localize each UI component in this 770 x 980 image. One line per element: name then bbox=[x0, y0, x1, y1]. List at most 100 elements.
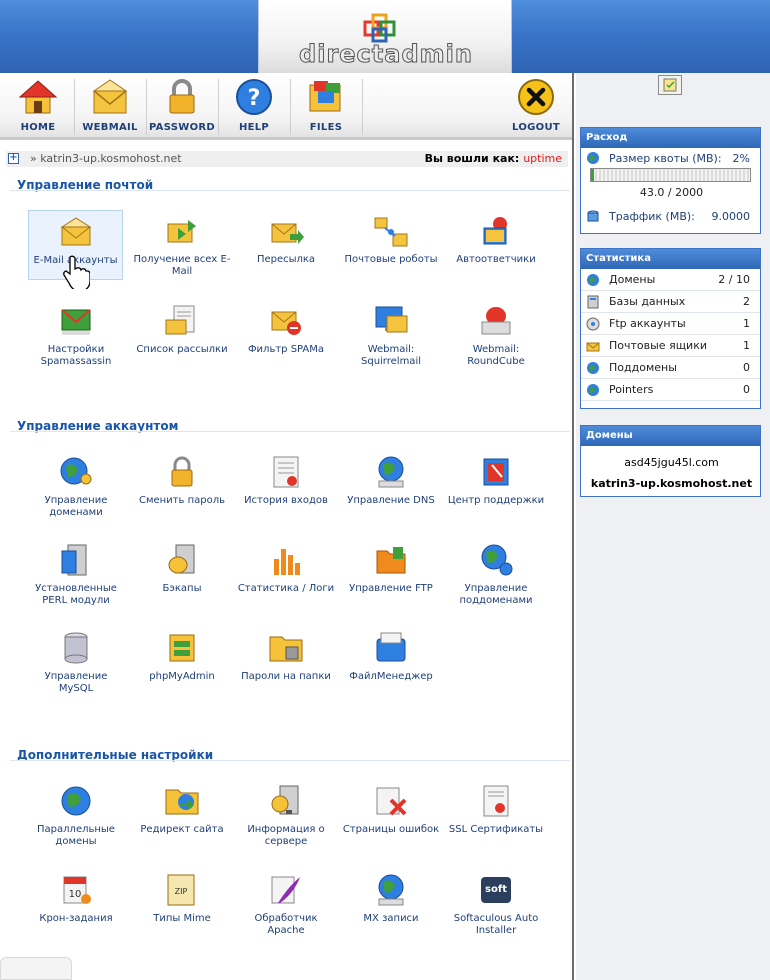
item-label: Сменить пароль bbox=[138, 495, 226, 506]
help-button[interactable]: ? HELP bbox=[218, 77, 290, 137]
password-button[interactable]: PASSWORD bbox=[146, 77, 218, 137]
item-folder-passwords[interactable]: Пароли на папки bbox=[236, 631, 336, 683]
database-icon bbox=[64, 632, 88, 664]
item-label: phpMyAdmin bbox=[149, 671, 215, 682]
quota-value: 43.0 / 2000 bbox=[639, 186, 704, 199]
padlock-icon bbox=[171, 456, 193, 487]
home-label: HOME bbox=[20, 122, 56, 133]
item-mysql-management[interactable]: Управление MySQL bbox=[26, 631, 126, 695]
toolbar-divider bbox=[362, 79, 363, 135]
item-forwarders[interactable]: Пересылка bbox=[236, 214, 336, 266]
webmail-label: WEBMAIL bbox=[82, 122, 138, 133]
redirect-folder-icon bbox=[165, 789, 199, 815]
item-label: ФайлМенеджер bbox=[349, 671, 433, 682]
item-parked-domains[interactable]: Параллельные домены bbox=[26, 784, 126, 848]
item-webmail-squirrelmail[interactable]: Webmail: Squirrelmail bbox=[341, 304, 441, 368]
traffic-label: Траффик (MB): bbox=[609, 210, 695, 223]
item-webmail-roundcube[interactable]: Webmail: RoundCube bbox=[446, 304, 546, 368]
files-button[interactable]: FILES bbox=[290, 77, 362, 137]
backup-disk-icon bbox=[168, 544, 195, 574]
item-apache-handlers[interactable]: Обработчик Apache bbox=[236, 873, 336, 937]
item-spam-filter[interactable]: Фильтр SPAMa bbox=[236, 304, 336, 356]
item-label: Страницы ошибок bbox=[342, 824, 440, 835]
item-spamassassin[interactable]: Настройки Spamassassin bbox=[26, 304, 126, 368]
quota-progress-bar bbox=[590, 168, 751, 182]
usage-body: Размер квоты (MB): 2% 43.0 / 2000 Траффи… bbox=[581, 148, 760, 234]
mail-robot-icon bbox=[374, 217, 408, 247]
item-label: Список рассылки bbox=[136, 344, 228, 355]
item-label: Обработчик Apache bbox=[254, 913, 318, 936]
server-info-icon bbox=[271, 785, 299, 815]
home-button[interactable]: HOME bbox=[2, 77, 74, 137]
item-ftp-management[interactable]: Управление FTP bbox=[341, 543, 441, 595]
item-label: Установленные PERL модули bbox=[35, 583, 117, 606]
item-mailing-list[interactable]: Список рассылки bbox=[132, 304, 232, 356]
sidebar: Расход Размер квоты (MB): 2% 43.0 / 2000… bbox=[576, 73, 770, 980]
item-label: Бэкапы bbox=[162, 583, 202, 594]
usage-title: Расход bbox=[581, 128, 760, 148]
item-mime-types[interactable]: ZIP Типы Mime bbox=[132, 873, 232, 925]
webmail-button[interactable]: WEBMAIL bbox=[74, 77, 146, 137]
envelope-icon bbox=[92, 79, 128, 114]
item-autoresponders[interactable]: Автоответчики bbox=[446, 214, 546, 266]
item-phpmyadmin[interactable]: phpMyAdmin bbox=[132, 631, 232, 683]
item-dns-management[interactable]: Управление DNS bbox=[341, 455, 441, 507]
item-error-pages[interactable]: Страницы ошибок bbox=[341, 784, 441, 836]
autoresponder-icon bbox=[483, 217, 507, 245]
server-icon bbox=[61, 544, 87, 576]
breadcrumb-path[interactable]: » katrin3-up.kosmohost.net bbox=[30, 152, 182, 165]
item-label: Softaculous Auto Installer bbox=[453, 913, 539, 936]
logout-button[interactable]: LOGOUT bbox=[500, 77, 572, 137]
stats-row-domains: Домены 2 / 10 bbox=[581, 269, 760, 291]
item-domain-management[interactable]: Управление доменами bbox=[26, 455, 126, 519]
logout-x-icon bbox=[518, 79, 554, 115]
logged-in-as: Вы вошли как: uptime bbox=[425, 152, 562, 165]
item-change-password[interactable]: Сменить пароль bbox=[132, 455, 232, 507]
item-subdomain-management[interactable]: Управление поддоменами bbox=[446, 543, 546, 607]
item-file-manager[interactable]: ФайлМенеджер bbox=[341, 631, 441, 683]
traffic-value: 9.0000 bbox=[711, 210, 751, 223]
domain-link[interactable]: katrin3-up.kosmohost.net bbox=[581, 477, 762, 490]
item-label: Пароли на папки bbox=[241, 671, 331, 682]
envelope-forward-icon bbox=[271, 223, 304, 244]
item-label: Управление DNS bbox=[347, 495, 435, 506]
item-login-history[interactable]: История входов bbox=[236, 455, 336, 507]
logout-label: LOGOUT bbox=[512, 122, 560, 133]
bar-chart-icon bbox=[274, 549, 300, 575]
globe-icon bbox=[587, 152, 599, 164]
item-softaculous[interactable]: soft Softaculous Auto Installer bbox=[446, 873, 546, 937]
files-label: FILES bbox=[309, 122, 343, 133]
mailbox-icon bbox=[586, 342, 600, 352]
item-fetch-all-email[interactable]: Получение всех E-Mail bbox=[132, 214, 232, 278]
house-icon bbox=[18, 80, 58, 114]
mailing-list-icon bbox=[165, 305, 195, 335]
folder-lock-icon bbox=[269, 636, 303, 662]
item-label: Типы Mime bbox=[153, 913, 211, 924]
stats-value: 0 bbox=[743, 361, 750, 374]
mime-zip-icon: ZIP bbox=[167, 874, 195, 906]
item-mail-robots[interactable]: Почтовые роботы bbox=[341, 214, 441, 266]
pointer-icon bbox=[587, 384, 599, 396]
toolbar: HOME WEBMAIL PASSWORD ? HELP FILES LOGOU… bbox=[0, 73, 572, 140]
stats-value: 2 bbox=[743, 295, 750, 308]
item-site-redirect[interactable]: Редирект сайта bbox=[132, 784, 232, 836]
item-ssl-certificates[interactable]: SSL Сертификаты bbox=[446, 784, 546, 836]
item-backups[interactable]: Бэкапы bbox=[132, 543, 232, 595]
item-cron-jobs[interactable]: 10 Крон-задания bbox=[26, 873, 126, 925]
section-divider bbox=[10, 190, 570, 191]
help-label: HELP bbox=[238, 122, 270, 133]
stats-label: Почтовые ящики bbox=[609, 339, 707, 352]
expand-toggle-icon[interactable]: + bbox=[8, 153, 19, 164]
item-perl-modules[interactable]: Установленные PERL модули bbox=[26, 543, 126, 607]
domain-link[interactable]: asd45jgu45l.com bbox=[581, 456, 762, 469]
item-label: Пересылка bbox=[256, 254, 316, 265]
bottom-tab bbox=[0, 957, 72, 980]
item-mx-records[interactable]: MX записи bbox=[341, 873, 441, 925]
item-server-info[interactable]: Информация о сервере bbox=[236, 784, 336, 848]
notes-button[interactable] bbox=[658, 75, 682, 95]
svg-text:soft: soft bbox=[485, 884, 507, 895]
item-support-center[interactable]: Центр поддержки bbox=[446, 455, 546, 507]
item-stats-logs[interactable]: Статистика / Логи bbox=[236, 543, 336, 595]
logo: directadmin bbox=[258, 0, 512, 73]
certificate-icon bbox=[483, 785, 509, 817]
